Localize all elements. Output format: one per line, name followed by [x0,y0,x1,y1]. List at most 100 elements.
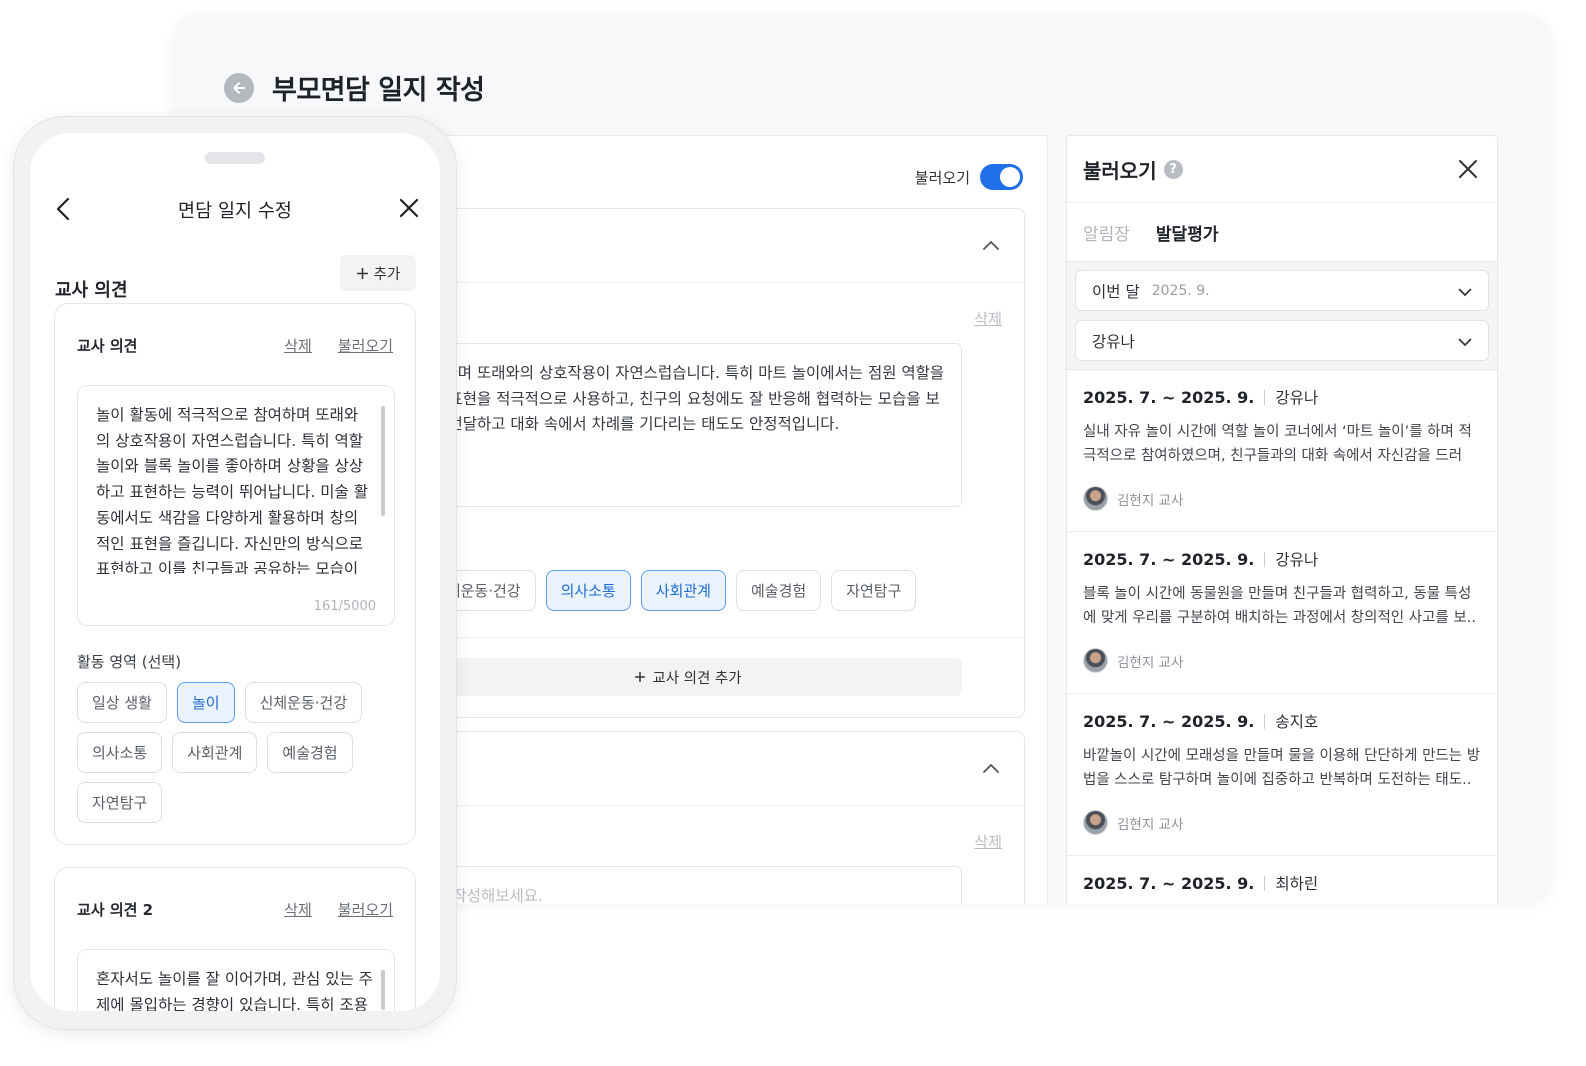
chevron-down-icon [1458,338,1472,347]
card-actions: 삭제 불러오기 [284,899,393,920]
avatar [1083,648,1108,673]
delete-link[interactable]: 삭제 [284,899,312,920]
chevron-up-icon[interactable] [982,237,1000,255]
plus-icon [356,267,368,279]
opinion-textarea[interactable]: 놀이 활동에 적극적으로 참여하며 또래와 의 상호작용이 자연스럽습니다. 특… [77,385,395,626]
chevron-up-icon[interactable] [982,760,1000,778]
area-label: 활동 영역 (선택) [77,653,182,671]
add-button[interactable]: 추가 [340,255,416,291]
load-panel: 불러오기 ? 알림장 발달평가 이번 달 2025. 9. 강유나 2025. … [1066,135,1498,904]
opinion-textarea[interactable]: 참여하며 또래와의 상호작용이 자연스럽습니다. 특히 마트 놀이에서는 점원 … [414,343,962,507]
textarea-placeholder: 쉽게 작성해보세요. [419,887,543,904]
chip-physical[interactable]: 신체운동·건강 [244,682,363,723]
card-header[interactable] [418,209,1024,283]
delete-link[interactable]: 삭제 [284,335,312,356]
record-period: 2025. 7. ~ 2025. 9. [1083,873,1255,893]
mobile-opinion-card-2: 교사 의견 2 삭제 불러오기 혼자서도 놀이를 잘 이어가며, 관심 있는 주… [54,867,416,1011]
close-icon[interactable] [1457,158,1479,180]
divider [1264,389,1266,405]
load-link[interactable]: 불러오기 [338,335,393,356]
divider [418,637,1024,638]
record-item[interactable]: 2025. 7. ~ 2025. 9. 송지호 바깥놀이 시간에 모래성을 만들며… [1067,694,1497,856]
chip-social[interactable]: 사회관계 [172,732,258,773]
opinion-text-line: 확히 전달하고 대화 속에서 차례를 기다리는 태도도 안정적입니다. [415,415,840,433]
chip-art[interactable]: 예술경험 [735,570,822,611]
opinion-card: 삭제 참여하며 또래와의 상호작용이 자연스럽습니다. 특히 마트 놀이에서는 … [414,208,1025,718]
delete-link[interactable]: 삭제 [974,831,1002,852]
load-link[interactable]: 불러오기 [338,899,393,920]
section-title: 교사 의견 [55,280,128,301]
tab-notice[interactable]: 알림장 [1083,220,1130,245]
month-select-value: 2025. 9. [1151,282,1210,299]
back-button[interactable] [224,72,254,103]
opinion-card-2: 삭제 쉽게 작성해보세요. [414,731,1025,904]
chip-nature[interactable]: 자연탐구 [77,782,163,823]
chip-communication[interactable]: 의사소통 [77,732,163,773]
load-switch[interactable] [980,164,1023,190]
chip-art[interactable]: 예술경험 [267,732,353,773]
help-icon[interactable]: ? [1163,159,1183,179]
opinion-textarea[interactable]: 쉽게 작성해보세요. [414,866,962,904]
avatar [1083,486,1108,511]
area-chips: 일상 생활 놀이 신체운동·건강 의사소통 사회관계 예술경험 자연탐구 [77,682,397,823]
editor-panel: 불러오기 삭제 참여하며 또래와의 상호작용이 자연스럽습니다. 특히 마트 놀… [414,135,1048,904]
opinion-text-line: 참여하며 또래와의 상호작용이 자연스럽습니다. 특히 마트 놀이에서는 점원 … [415,364,945,382]
chevron-down-icon [1458,288,1472,297]
plus-icon [635,672,646,682]
record-child: 강유나 [1275,389,1319,407]
tab-assessment[interactable]: 발달평가 [1156,220,1219,245]
record-author: 김현지 교사 [1117,654,1184,671]
opinion-text: 혼자서도 놀이를 잘 이어가며, 관심 있는 주 제에 몰입하는 경향이 있습니… [96,970,373,1011]
record-item[interactable]: 2025. 7. ~ 2025. 9. 최하린 [1067,856,1497,904]
record-child: 송지호 [1275,713,1319,731]
month-select-label: 이번 달 [1092,282,1140,301]
avatar [1083,810,1108,835]
record-child: 최하린 [1275,875,1319,893]
mobile-opinion-card: 교사 의견 삭제 불러오기 놀이 활동에 적극적으로 참여하며 또래와 의 상호… [54,303,416,845]
month-select[interactable]: 이번 달 2025. 9. [1075,270,1489,311]
record-item[interactable]: 2025. 7. ~ 2025. 9. 강유나 실내 자유 놀이 시간에 역할 놀… [1067,370,1497,532]
chip-social[interactable]: 사회관계 [640,570,726,611]
chip-daily-life[interactable]: 일상 생활 [77,682,167,723]
chip-communication[interactable]: 의사소통 [545,570,631,611]
record-summary: 바깥놀이 시간에 모래성을 만들며 물을 이용해 단단하게 만드는 방법을 스스… [1083,748,1481,788]
add-opinion-button[interactable]: 교사 의견 추가 [414,658,962,696]
filters: 이번 달 2025. 9. 강유나 [1067,262,1497,370]
opinion-text: 놀이 활동에 적극적으로 참여하며 또래와 의 상호작용이 자연스럽습니다. 특… [96,406,368,574]
card-actions: 삭제 불러오기 [284,335,393,356]
arrow-left-icon [233,81,245,94]
child-select[interactable]: 강유나 [1075,320,1489,361]
page-title: 부모면담 일지 작성 [272,75,485,106]
add-label: 추가 [373,266,401,283]
record-period: 2025. 7. ~ 2025. 9. [1083,549,1255,569]
mobile-title: 면담 일지 수정 [178,201,292,222]
phone-screen: 면담 일지 수정 교사 의견 추가 교사 의견 삭제 불러오기 놀이 활동에 적… [30,133,440,1011]
divider [1264,713,1266,729]
card-label: 교사 의견 [77,337,138,355]
delete-link[interactable]: 삭제 [974,308,1002,329]
record-period: 2025. 7. ~ 2025. 9. [1083,711,1255,731]
close-icon[interactable] [398,197,420,219]
load-tabs: 알림장 발달평가 [1067,203,1497,262]
record-summary: 실내 자유 놀이 시간에 역할 놀이 코너에서 ‘마트 놀이’를 하며 적극적으… [1083,424,1472,464]
record-summary: 블록 놀이 시간에 동물원을 만들며 친구들과 협력하고, 동물 특성에 맞게 … [1083,586,1476,626]
record-item[interactable]: 2025. 7. ~ 2025. 9. 강유나 블록 놀이 시간에 동물원을 만들… [1067,532,1497,694]
record-child: 강유나 [1275,551,1319,569]
scrollbar[interactable] [381,406,385,516]
divider [1264,551,1266,567]
opinion-textarea[interactable]: 혼자서도 놀이를 잘 이어가며, 관심 있는 주 제에 몰입하는 경향이 있습니… [77,949,395,1011]
area-chips: 신체운동·건강 의사소통 사회관계 예술경험 자연탐구 [418,570,917,611]
record-author: 김현지 교사 [1117,492,1184,509]
load-panel-title: 불러오기 [1083,158,1157,183]
chip-nature[interactable]: 자연탐구 [831,570,917,611]
child-select-value: 강유나 [1092,332,1135,351]
chip-play[interactable]: 놀이 [176,682,235,723]
load-toggle-label: 불러오기 [914,168,970,187]
opinion-text-line: 생활 표현을 적극적으로 사용하고, 친구의 요청에도 잘 반응해 협력하는 모… [415,389,940,408]
drag-handle[interactable] [205,152,265,164]
card-header[interactable] [418,732,1024,806]
char-count: 161/5000 [313,599,376,614]
load-panel-header: 불러오기 ? [1067,136,1497,203]
scrollbar[interactable] [381,970,385,1010]
textarea-viewport: 놀이 활동에 적극적으로 참여하며 또래와 의 상호작용이 자연스럽습니다. 특… [78,386,394,574]
